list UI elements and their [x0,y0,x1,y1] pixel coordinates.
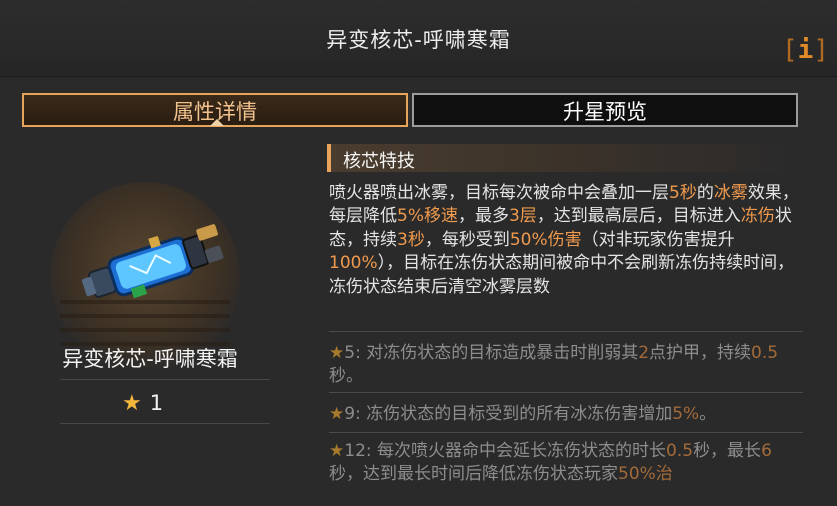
tab-attribute-details[interactable]: 属性详情 [22,93,408,127]
upgrade-entry: ★5: 对冻伤状态的目标造成暴击时削弱其2点护甲，持续0.5秒。 [329,343,779,386]
star-icon: ★ [329,441,345,461]
divider [60,423,270,424]
upgrade-entry: ★12: 每次喷火器命中会延长冻伤状态的时长0.5秒，最长6秒，达到最长时间后降… [329,441,772,484]
tab-star-upgrade-preview[interactable]: 升星预览 [412,93,798,127]
item-name: 异变核芯-呼啸寒霜 [62,347,238,371]
divider [329,331,803,332]
title-bar: 异变核芯-呼啸寒霜 [i] [0,0,837,77]
star-icon: ★ [329,404,345,424]
skill-description: 喷火器喷出冰雾，目标每次被命中会叠加一层5秒的冰雾效果，每层降低5%移速，最多3… [329,183,799,297]
section-header: 核芯特技 [327,144,803,172]
window-title: 异变核芯-呼啸寒霜 [326,28,511,52]
upgrade-entry: ★9: 冻伤状态的目标受到的所有冰冻伤害增加5%。 [329,404,717,424]
section-title: 核芯特技 [343,151,415,172]
star-icon: ★ [122,390,142,416]
divider [329,392,803,393]
star-level-value: 1 [149,391,164,415]
info-icon[interactable]: [i] [782,34,829,66]
star-icon: ★ [329,343,345,363]
star-level: ★ 1 [122,388,163,418]
section-accent-bar [327,144,331,172]
frost-flamethrower-core-icon [82,224,224,299]
divider [329,432,803,433]
active-tab-indicator [210,119,224,126]
tab-star-upgrade-preview-label: 升星预览 [563,100,647,124]
divider [60,379,270,380]
